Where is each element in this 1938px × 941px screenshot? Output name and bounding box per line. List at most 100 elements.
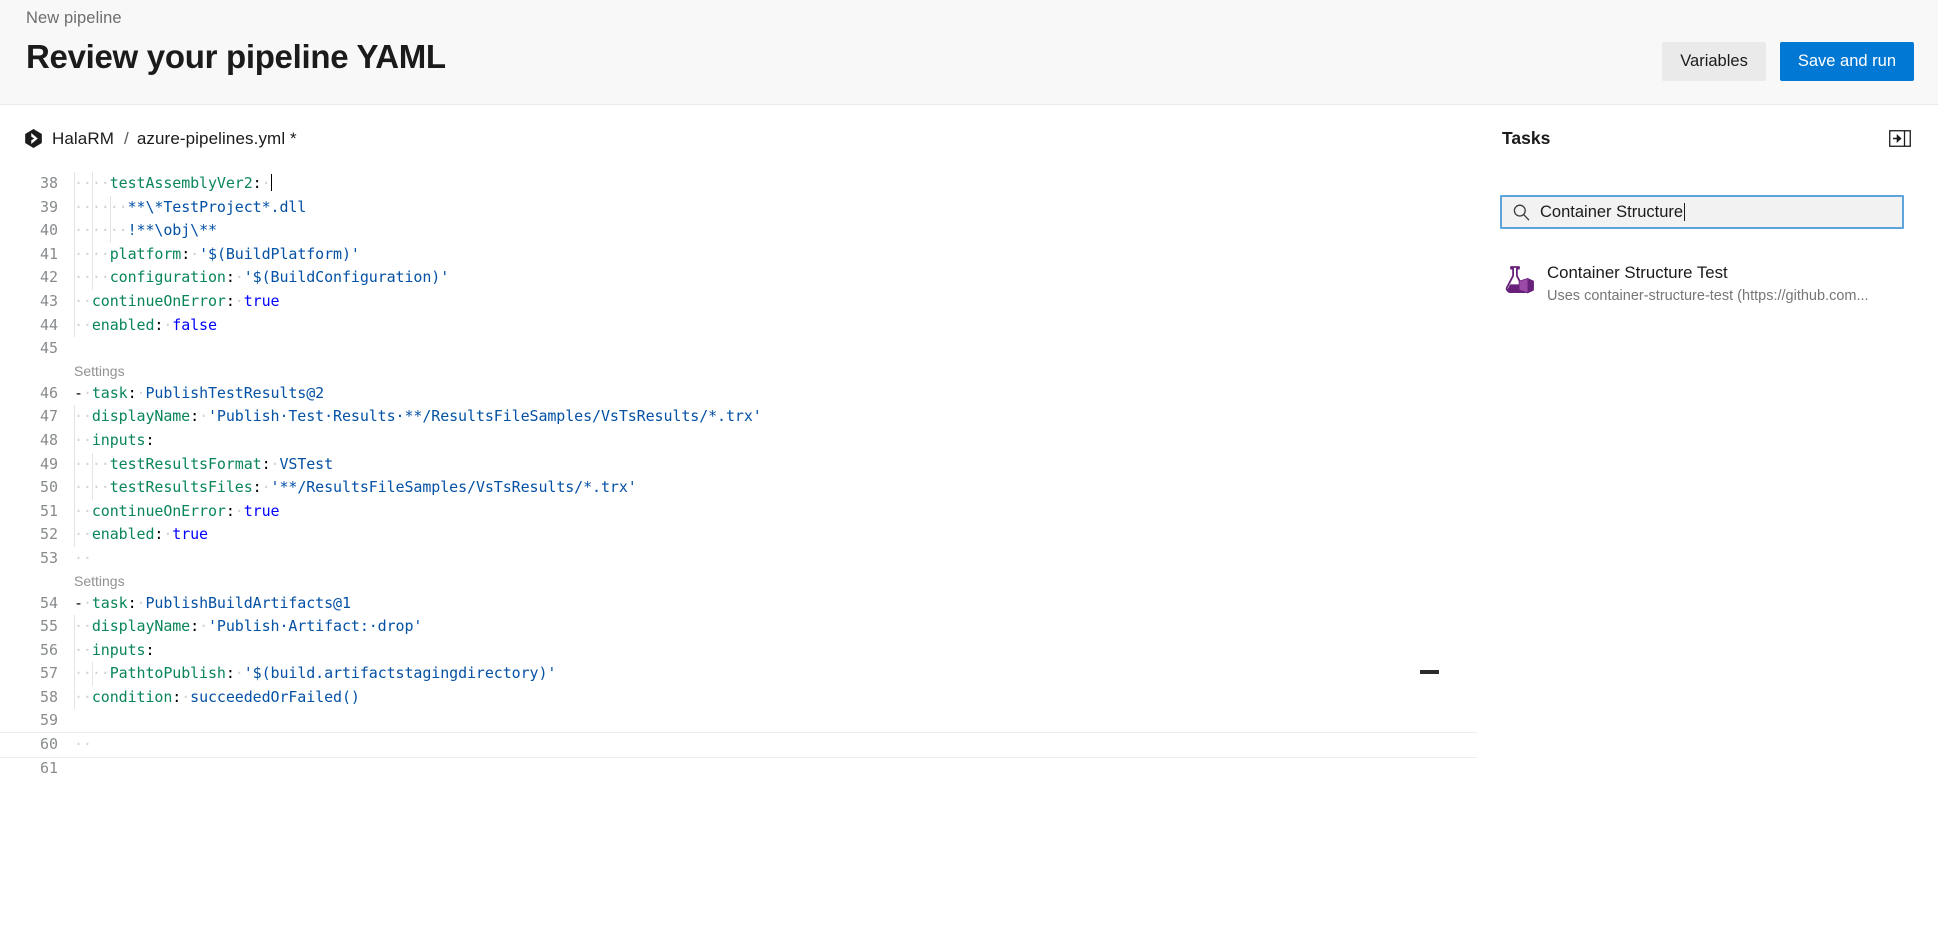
code-token-pun: : (252, 478, 262, 497)
line-number: 46 (39, 383, 58, 402)
code-token-bl: true (243, 291, 280, 310)
code-line[interactable]: 45 (0, 337, 1477, 361)
code-token-ws: · (181, 687, 191, 706)
code-token-ws: ·· (91, 244, 110, 263)
code-text: ·· (74, 733, 92, 757)
code-token-ws: ·· (74, 407, 92, 426)
code-line[interactable]: 39 ······**\*TestProject*.dll (0, 195, 1477, 220)
code-token-st: '$(BuildConfiguration)' (243, 268, 450, 287)
code-token-bl: true (172, 525, 208, 544)
code-token-pun: : (127, 383, 137, 402)
code-line[interactable]: 38 ····testAssemblyVer2:· (0, 172, 1477, 196)
code-token-pun: : (261, 454, 271, 473)
code-token-ws: ·· (74, 617, 92, 636)
panel-collapse-glyph (1889, 130, 1911, 147)
code-text: ····PathtoPublish:·'$(build.artifactstag… (74, 662, 556, 686)
code-token-pun: : (154, 315, 164, 334)
code-line[interactable]: 42 ····configuration:·'$(BuildConfigurati… (0, 266, 1477, 290)
codelens-settings-label[interactable]: Settings (74, 361, 125, 382)
code-line[interactable]: 47 ··displayName:·'Publish·Test·Results·*… (0, 405, 1477, 429)
variables-button[interactable]: Variables (1662, 42, 1766, 81)
task-search-box[interactable]: Container Structure (1500, 195, 1904, 229)
page-eyebrow: New pipeline (26, 9, 122, 27)
code-token-ws: ·· (74, 478, 92, 497)
code-line[interactable]: 56 ··inputs: (0, 638, 1477, 663)
code-token-k: testAssemblyVer2 (109, 174, 253, 192)
code-token-pun: : (145, 640, 155, 659)
code-token-pun: - (74, 383, 83, 402)
line-number: 38 (39, 174, 58, 192)
code-line[interactable]: 50 ····testResultsFiles:·'**/ResultsFileS… (0, 476, 1477, 500)
task-search-input[interactable]: Container Structure (1540, 202, 1683, 222)
code-token-k: task (91, 593, 128, 612)
code-token-st: '$(build.artifactstagingdirectory)' (243, 664, 557, 683)
code-token-ws: · (82, 383, 92, 402)
code-line[interactable]: 52 ··enabled:·true (0, 523, 1477, 547)
code-line[interactable]: 59 (0, 709, 1477, 733)
save-and-run-button[interactable]: Save and run (1779, 42, 1914, 81)
code-token-ws: ·· (74, 664, 92, 683)
code-line[interactable]: 44 ··enabled:·false (0, 313, 1477, 338)
code-token-pun: : (225, 291, 235, 310)
code-line[interactable]: 49 ····testResultsFormat:·VSTest (0, 452, 1477, 477)
code-text: ····testResultsFormat:·VSTest (74, 453, 333, 477)
yaml-code-editor[interactable]: 38 ····testAssemblyVer2:· 39 ······**\*Test… (0, 172, 1477, 941)
code-line[interactable]: 57 ····PathtoPublish:·'$(build.artifactst… (0, 662, 1477, 686)
line-number: 50 (39, 478, 58, 497)
code-text: ····testResultsFiles:·'**/ResultsFileSam… (74, 476, 637, 500)
code-line[interactable]: 53 ·· (0, 547, 1477, 571)
code-line[interactable]: 41 ····platform:·'$(BuildPlatform)' (0, 242, 1477, 267)
line-number: 54 (39, 593, 58, 612)
code-token-pun: : (225, 268, 235, 287)
line-number: 51 (39, 501, 58, 520)
code-line[interactable]: 55 ··displayName:·'Publish·Artifact:·drop… (0, 615, 1477, 639)
code-token-ws: ·· (74, 244, 92, 263)
tasks-panel: Tasks Container Structure Container Stru… (1478, 105, 1938, 941)
code-token-k: testResultsFiles (109, 478, 253, 497)
code-token-pun: : (190, 617, 200, 636)
code-line[interactable]: 58 ··condition:·succeededOrFailed() (0, 685, 1477, 710)
code-token-ws: ·· (74, 430, 92, 449)
code-text: ··condition:·succeededOrFailed() (74, 686, 360, 710)
page-header: New pipeline Review your pipeline YAML V… (0, 0, 1938, 105)
code-token-k: condition (91, 687, 173, 706)
code-text: ··inputs: (74, 639, 155, 663)
code-token-bl: false (172, 315, 217, 334)
code-text: ······!**\obj\** (74, 219, 217, 243)
code-token-pun: : (181, 244, 191, 263)
task-result-text: Container Structure Test Uses container-s… (1547, 261, 1914, 307)
breadcrumb-repo[interactable]: HalaRM (52, 129, 114, 149)
code-text: ··displayName:·'Publish·Test·Results·**/… (74, 405, 762, 429)
header-title-group: New pipeline Review your pipeline YAML (26, 6, 446, 79)
code-token-pun: : (225, 664, 235, 683)
code-token-ws: · (163, 315, 173, 334)
code-line[interactable]: 46 -·task:·PublishTestResults@2 (0, 382, 1477, 406)
code-line[interactable]: 60 ·· (0, 732, 1477, 758)
code-line[interactable]: 43 ··continueOnError:·true (0, 289, 1477, 314)
line-number: 39 (39, 197, 58, 216)
tasks-panel-title: Tasks (1502, 128, 1551, 148)
code-token-ws: · (261, 478, 271, 497)
code-token-k: task (91, 383, 128, 402)
task-result-item[interactable]: Container Structure Test Uses container-s… (1494, 253, 1922, 315)
codelens-settings-label[interactable]: Settings (74, 571, 125, 592)
line-number: 49 (39, 454, 58, 473)
code-token-ws: ·· (74, 548, 92, 567)
text-cursor (1684, 203, 1686, 221)
code-token-k: continueOnError (91, 291, 226, 310)
code-line[interactable]: 40 ······!**\obj\** (0, 219, 1477, 243)
code-token-st: '$(BuildPlatform)' (199, 244, 360, 263)
editor-column: HalaRM / azure-pipelines.yml * 38 ····tes… (0, 105, 1477, 941)
code-line[interactable]: 54 -·task:·PublishBuildArtifacts@1 (0, 592, 1477, 616)
code-line[interactable]: 51 ··continueOnError:·true (0, 499, 1477, 524)
code-text: ··enabled:·false (74, 314, 217, 338)
panel-collapse-icon[interactable] (1886, 128, 1914, 150)
code-line[interactable]: 61 (0, 757, 1477, 781)
code-line[interactable]: 48 ··inputs: (0, 428, 1477, 453)
editor-caret (270, 174, 272, 191)
code-token-bl: true (243, 501, 280, 520)
line-number: 44 (39, 315, 58, 334)
code-token-pun: : (154, 525, 164, 544)
code-text: ··continueOnError:·true (74, 500, 280, 524)
code-token-ws: · (234, 268, 244, 287)
